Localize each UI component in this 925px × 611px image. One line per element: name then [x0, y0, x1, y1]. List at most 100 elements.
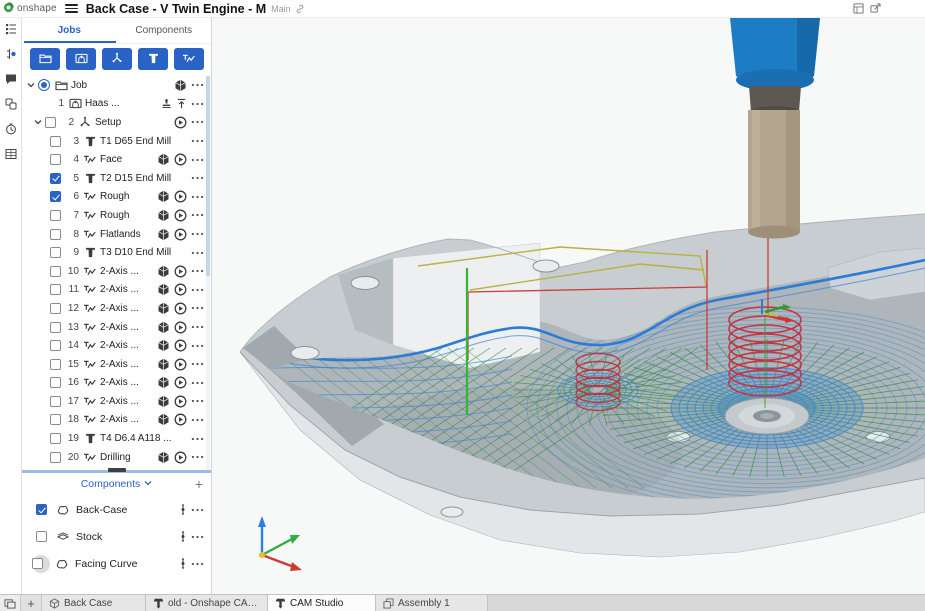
- play-icon[interactable]: [174, 228, 187, 241]
- play-icon[interactable]: [174, 358, 187, 371]
- visibility-checkbox[interactable]: [50, 191, 61, 202]
- play-icon[interactable]: [174, 339, 187, 352]
- simulate-icon[interactable]: [157, 153, 170, 166]
- menu-icon[interactable]: [191, 195, 204, 199]
- menu-icon[interactable]: [191, 139, 204, 143]
- add-tab-icon[interactable]: +: [21, 595, 42, 611]
- play-icon[interactable]: [174, 413, 187, 426]
- sidebar-scrollbar-thumb[interactable]: [206, 76, 210, 276]
- menu-icon[interactable]: [191, 120, 204, 124]
- tree-row[interactable]: 20Drilling: [22, 448, 211, 467]
- menu-icon[interactable]: [191, 251, 204, 255]
- play-icon[interactable]: [174, 265, 187, 278]
- tree-row[interactable]: 19T4 D6.4 A118 ...: [22, 429, 211, 448]
- machine-button[interactable]: [66, 48, 96, 70]
- component-row[interactable]: Stock: [22, 523, 211, 550]
- play-icon[interactable]: [174, 395, 187, 408]
- menu-icon[interactable]: [191, 83, 204, 87]
- tree-row[interactable]: 102-Axis ...: [22, 262, 211, 281]
- play-icon[interactable]: [174, 153, 187, 166]
- play-icon[interactable]: [174, 190, 187, 203]
- visibility-checkbox[interactable]: [50, 340, 61, 351]
- component-row[interactable]: Back-Case: [22, 496, 211, 523]
- simulate-icon[interactable]: [157, 265, 170, 278]
- post-icon[interactable]: [161, 98, 172, 109]
- menu-icon[interactable]: [191, 269, 204, 273]
- menu-icon[interactable]: [191, 437, 204, 441]
- simulate-icon[interactable]: [157, 413, 170, 426]
- share-icon[interactable]: [870, 3, 881, 14]
- play-icon[interactable]: [174, 116, 187, 129]
- component-checkbox[interactable]: [36, 504, 47, 515]
- menu-icon[interactable]: [191, 288, 204, 292]
- tree-row[interactable]: 7Rough: [22, 206, 211, 225]
- versions-icon[interactable]: [4, 97, 18, 111]
- tree-row[interactable]: 112-Axis ...: [22, 281, 211, 300]
- tables-icon[interactable]: [4, 147, 18, 161]
- tree-row[interactable]: 1Haas ...: [22, 95, 211, 114]
- component-row[interactable]: Facing Curve: [22, 550, 211, 577]
- visibility-checkbox[interactable]: [50, 303, 61, 314]
- menu-icon[interactable]: [191, 418, 204, 422]
- menu-icon[interactable]: [191, 381, 204, 385]
- tree-row[interactable]: 6Rough: [22, 188, 211, 207]
- simulate-icon[interactable]: [157, 209, 170, 222]
- menu-icon[interactable]: [191, 362, 204, 366]
- tree-row[interactable]: 9T3 D10 End Mill: [22, 243, 211, 262]
- simulate-icon[interactable]: [157, 395, 170, 408]
- history-icon[interactable]: [4, 122, 18, 136]
- menu-icon[interactable]: [191, 535, 204, 539]
- doc-tab-old-onshape-cam-stu-[interactable]: old - Onshape CAM Stu...: [146, 595, 268, 611]
- job-radio[interactable]: [38, 79, 50, 91]
- tree-row[interactable]: 3T1 D65 End Mill: [22, 132, 211, 151]
- tree-row[interactable]: 142-Axis ...: [22, 336, 211, 355]
- visibility-checkbox[interactable]: [50, 154, 61, 165]
- grid-apps-icon[interactable]: [853, 3, 864, 14]
- menu-icon[interactable]: [191, 508, 204, 512]
- menu-icon[interactable]: [191, 325, 204, 329]
- main-menu-icon[interactable]: [65, 4, 78, 13]
- visibility-checkbox[interactable]: [50, 210, 61, 221]
- menu-icon[interactable]: [191, 176, 204, 180]
- visibility-checkbox[interactable]: [50, 377, 61, 388]
- tree-row[interactable]: 8Flatlands: [22, 225, 211, 244]
- tree-row[interactable]: Job: [22, 76, 211, 95]
- visibility-checkbox[interactable]: [50, 247, 61, 258]
- operation-button[interactable]: [174, 48, 204, 70]
- play-icon[interactable]: [174, 376, 187, 389]
- simulate-icon[interactable]: [174, 79, 187, 92]
- tree-row[interactable]: 122-Axis ...: [22, 299, 211, 318]
- sidebar-tab-jobs[interactable]: Jobs: [22, 18, 117, 43]
- setup-button[interactable]: [102, 48, 132, 70]
- sidebar-tab-components[interactable]: Components: [117, 18, 212, 43]
- chevron-down-icon[interactable]: [34, 118, 45, 126]
- chevron-down-icon[interactable]: [27, 81, 38, 89]
- visibility-checkbox[interactable]: [50, 284, 61, 295]
- tool-button[interactable]: [138, 48, 168, 70]
- simulate-icon[interactable]: [157, 339, 170, 352]
- visibility-checkbox[interactable]: [50, 136, 61, 147]
- tree-row[interactable]: 2Setup: [22, 113, 211, 132]
- visibility-checkbox[interactable]: [50, 173, 61, 184]
- doc-tab-back-case[interactable]: Back Case: [42, 595, 146, 611]
- panel-divider-handle[interactable]: [22, 470, 211, 473]
- simulate-icon[interactable]: [157, 376, 170, 389]
- pin-icon[interactable]: [179, 530, 187, 543]
- onshape-logo[interactable]: onshape: [0, 0, 57, 18]
- simulate-icon[interactable]: [157, 302, 170, 315]
- menu-icon[interactable]: [191, 562, 204, 566]
- tree-row[interactable]: 132-Axis ...: [22, 318, 211, 337]
- play-icon[interactable]: [174, 302, 187, 315]
- menu-icon[interactable]: [191, 344, 204, 348]
- simulate-icon[interactable]: [157, 190, 170, 203]
- comment-icon[interactable]: [4, 72, 18, 86]
- doc-tab-cam-studio[interactable]: CAM Studio: [268, 595, 376, 611]
- menu-icon[interactable]: [191, 213, 204, 217]
- play-icon[interactable]: [174, 451, 187, 464]
- play-icon[interactable]: [174, 283, 187, 296]
- visibility-checkbox[interactable]: [50, 452, 61, 463]
- visibility-checkbox[interactable]: [50, 396, 61, 407]
- tree-row[interactable]: 4Face: [22, 150, 211, 169]
- tree-row[interactable]: 5T2 D15 End Mill: [22, 169, 211, 188]
- 3d-viewport[interactable]: [212, 18, 925, 594]
